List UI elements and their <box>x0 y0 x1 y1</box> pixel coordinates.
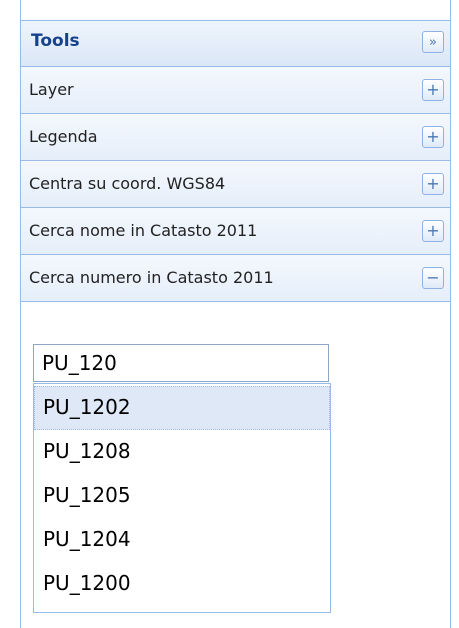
cerca-numero-body: PU_1202 PU_1208 PU_1205 PU_1204 PU_1200 <box>21 307 450 628</box>
expand-button[interactable]: + <box>422 126 444 148</box>
suggestion-list: PU_1202 PU_1208 PU_1205 PU_1204 PU_1200 <box>33 383 331 613</box>
suggestion-item[interactable]: PU_1204 <box>34 518 330 562</box>
plus-icon: + <box>426 174 440 193</box>
suggestion-item[interactable]: PU_1208 <box>34 430 330 474</box>
panel-header: Tools » <box>21 20 450 67</box>
suggestion-item[interactable]: PU_1200 <box>34 562 330 606</box>
plus-icon: + <box>426 127 440 146</box>
accordion-item-label: Cerca nome in Catasto 2011 <box>29 221 258 240</box>
expand-button[interactable]: + <box>422 220 444 242</box>
collapse-panel-button[interactable]: » <box>422 31 444 53</box>
expand-button[interactable]: + <box>422 79 444 101</box>
panel-title: Tools <box>31 31 80 51</box>
accordion-item-label: Layer <box>29 80 74 99</box>
accordion-item-cerca-nome[interactable]: Cerca nome in Catasto 2011 + <box>21 208 450 255</box>
expand-button[interactable]: + <box>422 173 444 195</box>
accordion-item-centra-coord[interactable]: Centra su coord. WGS84 + <box>21 161 450 208</box>
accordion-item-label: Centra su coord. WGS84 <box>29 174 226 193</box>
double-chevron-right-icon: » <box>429 34 437 50</box>
accordion-item-label: Legenda <box>29 127 98 146</box>
search-number-input[interactable] <box>33 344 329 382</box>
accordion-item-label: Cerca numero in Catasto 2011 <box>29 268 274 287</box>
suggestion-item[interactable]: PU_1202 <box>34 386 330 430</box>
suggestion-item[interactable]: PU_1205 <box>34 474 330 518</box>
minus-icon: − <box>426 268 440 287</box>
tools-panel: Tools » Layer + Legenda + Centra su coor… <box>20 0 451 628</box>
plus-icon: + <box>426 221 440 240</box>
accordion-item-layer[interactable]: Layer + <box>21 67 450 114</box>
app-frame: Tools » Layer + Legenda + Centra su coor… <box>0 0 459 628</box>
collapse-button[interactable]: − <box>422 267 444 289</box>
plus-icon: + <box>426 80 440 99</box>
accordion-item-cerca-numero[interactable]: Cerca numero in Catasto 2011 − <box>21 255 450 302</box>
accordion-item-legenda[interactable]: Legenda + <box>21 114 450 161</box>
